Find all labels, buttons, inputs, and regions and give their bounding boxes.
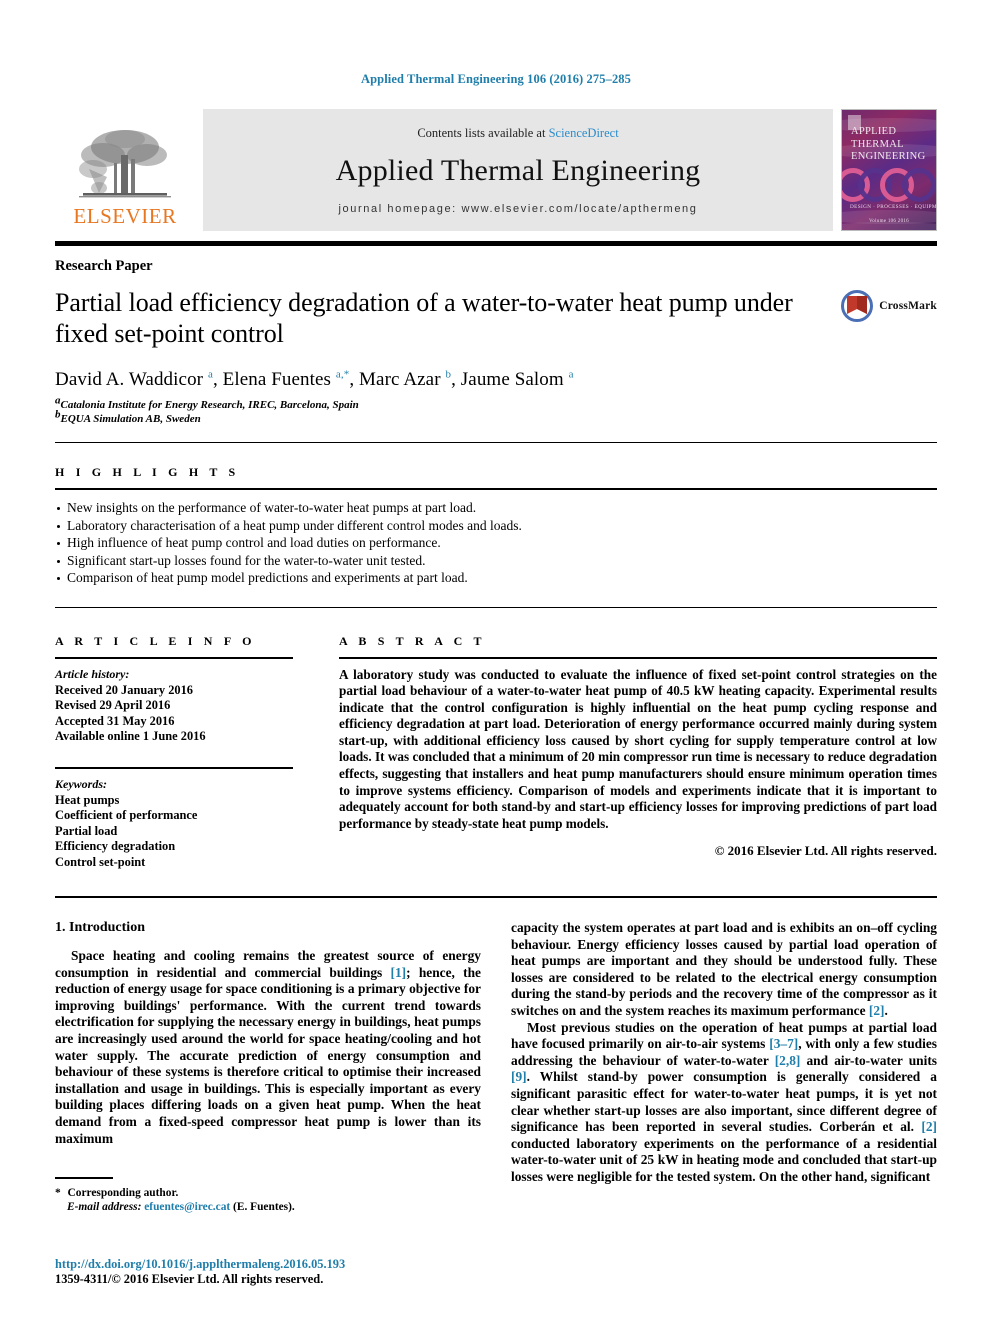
article-first-page: Applied Thermal Engineering 106 (2016) 2… xyxy=(0,0,992,1323)
article-info-heading: A R T I C L E I N F O xyxy=(55,633,256,648)
highlights-top-rule xyxy=(55,442,937,443)
keywords-list: Heat pumps Coefficient of performance Pa… xyxy=(55,793,293,871)
affiliation-a: aCatalonia Institute for Energy Research… xyxy=(55,395,937,413)
body-columns: 1. Introduction Space heating and coolin… xyxy=(55,920,937,1215)
keywords-divider xyxy=(55,766,293,769)
abstract-bottom-rule xyxy=(55,896,937,898)
article-info-divider xyxy=(55,656,293,659)
elsevier-tree-icon xyxy=(79,130,171,198)
list-item: Laboratory characterisation of a heat pu… xyxy=(55,517,937,535)
journal-cover-thumbnail: APPLIED THERMAL ENGINEERING DESIGN · PRO… xyxy=(841,109,937,231)
list-item: Comparison of heat pump model prediction… xyxy=(55,569,937,587)
affiliation-text-a: Catalonia Institute for Energy Research,… xyxy=(60,399,359,411)
contents-prefix: Contents lists available at xyxy=(417,126,549,140)
cover-footer-line: DESIGN · PROCESSES · EQUIPMENT · ECONOMI… xyxy=(850,204,937,210)
footnote-email: E-mail address: efuentes@irec.cat (E. Fu… xyxy=(67,1201,295,1214)
author-list: David A. Waddicor a, Elena Fuentes a,*, … xyxy=(55,368,574,390)
elsevier-logo: ELSEVIER xyxy=(55,109,195,231)
highlights-list: New insights on the performance of water… xyxy=(55,499,937,587)
paragraph: Space heating and cooling remains the gr… xyxy=(55,948,481,1146)
paragraph: Most previous studies on the operation o… xyxy=(511,1019,938,1184)
crossmark-label: CrossMark xyxy=(879,300,937,312)
section-heading-introduction: 1. Introduction xyxy=(55,920,145,935)
history-available-online: Available online 1 June 2016 xyxy=(55,729,206,743)
body-column-left: 1. Introduction Space heating and coolin… xyxy=(55,920,481,1215)
paragraph: capacity the system operates at part loa… xyxy=(511,920,937,1018)
contents-available-line: Contents lists available at ScienceDirec… xyxy=(417,126,618,141)
sciencedirect-link[interactable]: ScienceDirect xyxy=(549,126,619,140)
running-head: Applied Thermal Engineering 106 (2016) 2… xyxy=(360,72,631,86)
footnote-rule xyxy=(55,1177,113,1179)
journal-masthead: ELSEVIER Contents lists available at Sci… xyxy=(55,109,937,231)
page-footer: http://dx.doi.org/10.1016/j.applthermale… xyxy=(55,1257,345,1287)
highlights-section: H I G H L I G H T S New insights on the … xyxy=(55,465,937,587)
title-row: Partial load efficiency degradation of a… xyxy=(55,275,937,349)
keyword-item: Coefficient of performance xyxy=(55,808,198,822)
history-received: Received 20 January 2016 xyxy=(55,682,194,697)
journal-title: Applied Thermal Engineering xyxy=(335,154,701,187)
crossmark-badge[interactable]: CrossMark xyxy=(840,289,937,323)
cover-title-line-2: THERMAL xyxy=(851,138,904,150)
info-abstract-block: A R T I C L E I N F O Article history: R… xyxy=(55,634,937,871)
keyword-item: Control set-point xyxy=(55,854,146,869)
article-history-list: Received 20 January 2016 Revised 29 Apri… xyxy=(55,683,293,745)
affiliation-b: bEQUA Simulation AB, Sweden xyxy=(55,408,937,427)
issn-copyright-line: 1359-4311/© 2016 Elsevier Ltd. All right… xyxy=(55,1272,324,1286)
affiliation-list: aCatalonia Institute for Energy Research… xyxy=(55,395,937,427)
keyword-item: Efficiency degradation xyxy=(55,839,176,853)
masthead-bottom-rule xyxy=(55,241,937,246)
cover-title-line-1: APPLIED xyxy=(851,126,897,137)
keyword-item: Heat pumps xyxy=(55,792,120,807)
cover-title: APPLIED THERMAL ENGINEERING xyxy=(851,126,930,164)
list-item: Significant start-up losses found for th… xyxy=(55,552,937,570)
highlights-heading: H I G H L I G H T S xyxy=(55,465,240,479)
crossmark-icon xyxy=(841,290,874,322)
article-history-label: Article history: xyxy=(55,666,130,681)
cover-chain-graphic xyxy=(842,168,936,202)
abstract-heading: A B S T R A C T xyxy=(339,633,486,648)
info-top-rule xyxy=(55,606,937,608)
keyword-item: Partial load xyxy=(55,823,118,838)
abstract-copyright: © 2016 Elsevier Ltd. All rights reserved… xyxy=(714,843,937,859)
cover-volume-line: Volume 106 2016 xyxy=(869,219,909,224)
history-revised: Revised 29 April 2016 xyxy=(55,698,171,712)
highlights-divider xyxy=(55,488,937,490)
article-info-column: A R T I C L E I N F O Article history: R… xyxy=(55,634,317,871)
elsevier-wordmark: ELSEVIER xyxy=(73,204,177,228)
journal-homepage-link[interactable]: journal homepage: www.elsevier.com/locat… xyxy=(339,203,698,215)
abstract-divider xyxy=(339,656,937,659)
abstract-text: A laboratory study was conducted to eval… xyxy=(339,666,937,831)
footnote-block: * Corresponding author. E-mail address: … xyxy=(55,1177,481,1215)
abstract-column: A B S T R A C T A laboratory study was c… xyxy=(317,634,937,871)
history-accepted: Accepted 31 May 2016 xyxy=(55,713,175,728)
keywords-label: Keywords: xyxy=(55,776,107,791)
list-item: High influence of heat pump control and … xyxy=(55,534,937,552)
article-type-label: Research Paper xyxy=(55,258,153,274)
cover-title-line-3: ENGINEERING xyxy=(851,151,926,162)
masthead-center-panel: Contents lists available at ScienceDirec… xyxy=(203,109,833,231)
list-item: New insights on the performance of water… xyxy=(55,499,937,517)
body-column-right: capacity the system operates at part loa… xyxy=(511,920,937,1215)
page-title: Partial load efficiency degradation of a… xyxy=(55,288,793,348)
doi-link[interactable]: http://dx.doi.org/10.1016/j.applthermale… xyxy=(55,1257,345,1272)
footnote-corresponding-author: * Corresponding author. xyxy=(55,1186,179,1199)
affiliation-text-b: EQUA Simulation AB, Sweden xyxy=(60,412,201,425)
